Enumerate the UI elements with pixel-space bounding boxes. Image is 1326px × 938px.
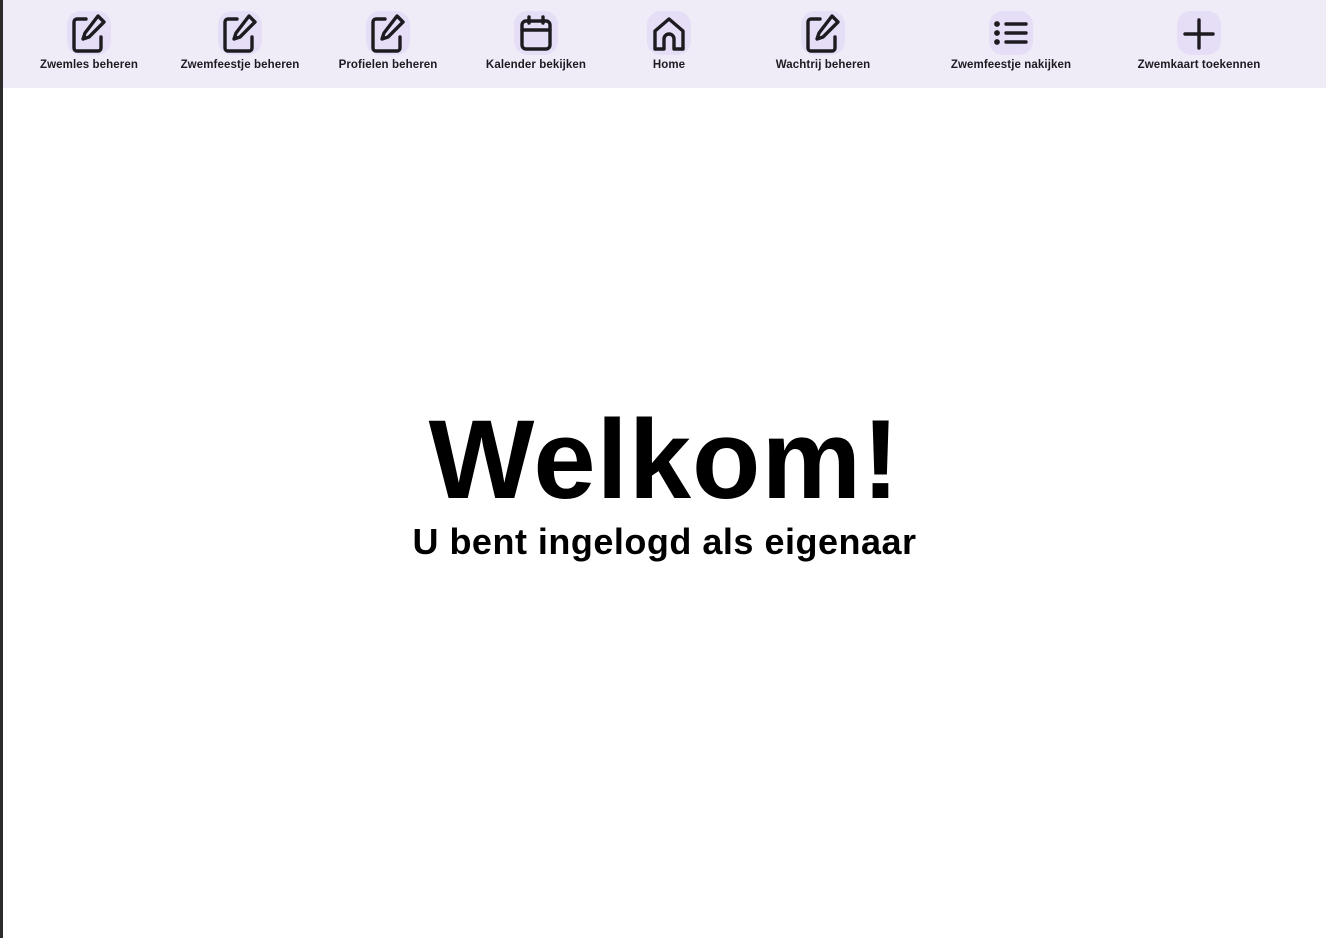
- nav-item-zwemkaart-toekennen[interactable]: Zwemkaart toekennen: [1119, 0, 1279, 88]
- nav-item-label: Zwemfeestje nakijken: [950, 59, 1072, 71]
- nav-item-label: Zwemkaart toekennen: [1137, 59, 1261, 71]
- welcome-title: Welkom!: [428, 397, 901, 522]
- app-window: Zwemles beheren Zwemfeestje beheren Prof…: [0, 0, 1326, 938]
- calendar-icon: [514, 11, 558, 55]
- top-navigation-bar: Zwemles beheren Zwemfeestje beheren Prof…: [3, 0, 1326, 88]
- edit-icon: [218, 11, 262, 55]
- nav-item-profielen-beheren[interactable]: Profielen beheren: [308, 0, 468, 88]
- nav-item-zwemfeestje-beheren[interactable]: Zwemfeestje beheren: [160, 0, 320, 88]
- home-icon: [647, 11, 691, 55]
- nav-item-zwemfeestje-nakijken[interactable]: Zwemfeestje nakijken: [931, 0, 1091, 88]
- nav-item-home[interactable]: Home: [589, 0, 749, 88]
- nav-item-label: Profielen beheren: [338, 59, 438, 71]
- nav-item-zwemles-beheren[interactable]: Zwemles beheren: [9, 0, 169, 88]
- welcome-subtitle: U bent ingelogd als eigenaar: [412, 521, 917, 562]
- nav-item-label: Wachtrij beheren: [775, 59, 871, 71]
- edit-icon: [366, 11, 410, 55]
- edit-icon: [67, 11, 111, 55]
- welcome-section: Welkom! U bent ingelogd als eigenaar: [3, 390, 1326, 564]
- nav-item-label: Zwemfeestje beheren: [180, 59, 300, 71]
- add-icon: [1177, 11, 1221, 55]
- nav-item-label: Home: [652, 59, 686, 71]
- edit-icon: [801, 11, 845, 55]
- list-icon: [989, 11, 1033, 55]
- nav-item-wachtrij-beheren[interactable]: Wachtrij beheren: [743, 0, 903, 88]
- nav-item-label: Zwemles beheren: [39, 59, 138, 71]
